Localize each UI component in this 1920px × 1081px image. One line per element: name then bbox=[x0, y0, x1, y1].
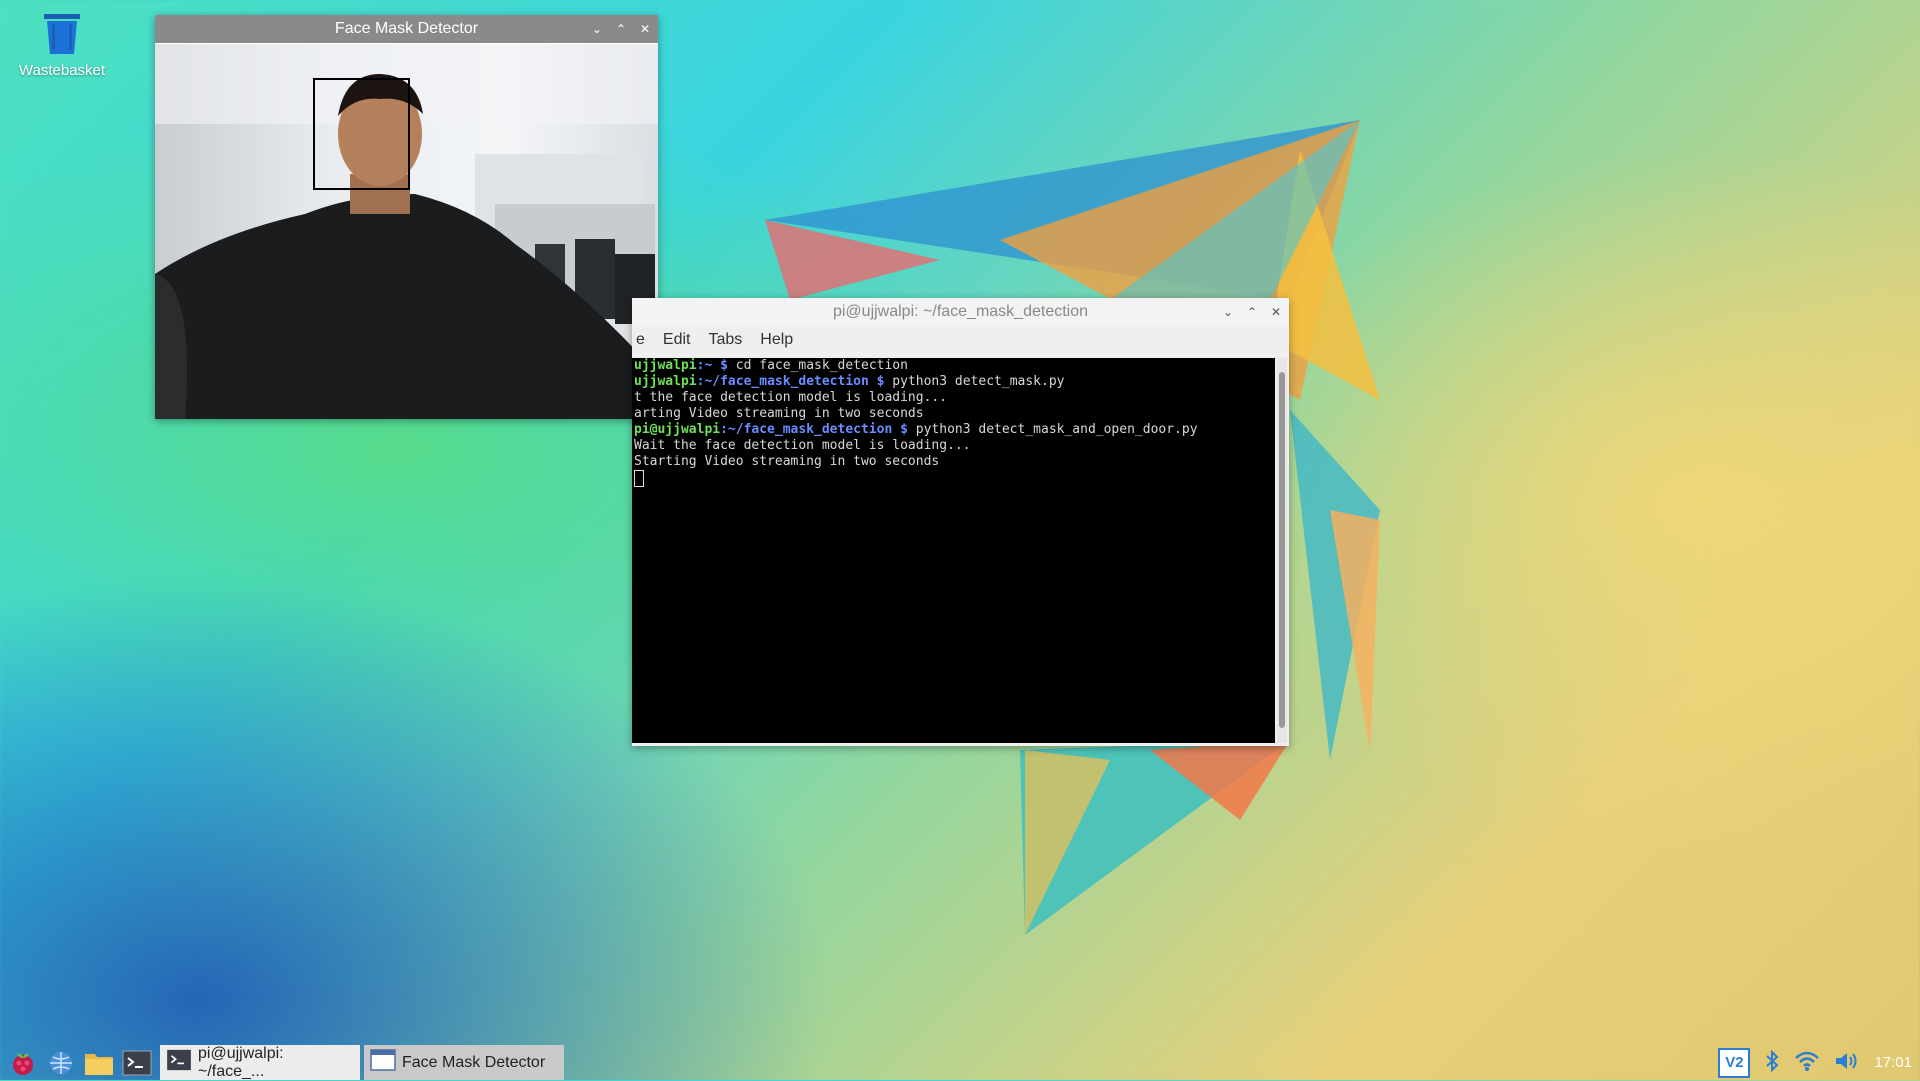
close-button[interactable]: ✕ bbox=[1269, 305, 1283, 319]
desktop-icon-wastebasket[interactable]: Wastebasket bbox=[12, 12, 112, 79]
raspberry-menu-icon[interactable] bbox=[8, 1048, 38, 1078]
terminal-output[interactable]: ujjwalpi:~ $ cd face_mask_detection ujjwa… bbox=[632, 358, 1275, 743]
trash-icon bbox=[40, 12, 84, 56]
camera-frame-image bbox=[155, 44, 658, 419]
menu-tabs[interactable]: Tabs bbox=[708, 331, 742, 349]
camera-feed bbox=[155, 44, 658, 419]
maximize-button[interactable]: ⌃ bbox=[1245, 305, 1259, 319]
terminal-line: arting Video streaming in two seconds bbox=[634, 406, 924, 421]
browser-icon[interactable] bbox=[46, 1048, 76, 1078]
menu-bar: e Edit Tabs Help bbox=[632, 326, 1289, 354]
menu-file[interactable]: e bbox=[636, 331, 645, 349]
terminal-cursor-line bbox=[634, 470, 1273, 487]
system-tray: V2 17:01 bbox=[1718, 1045, 1912, 1080]
wifi-icon[interactable] bbox=[1794, 1050, 1820, 1076]
window-title: pi@ujjwalpi: ~/face_mask_detection bbox=[832, 303, 1089, 320]
taskbar-item-label: Face Mask Detector bbox=[402, 1053, 546, 1071]
file-manager-icon[interactable] bbox=[84, 1048, 114, 1078]
clock[interactable]: 17:01 bbox=[1874, 1054, 1912, 1071]
terminal-line: Starting Video streaming in two seconds bbox=[634, 454, 940, 469]
terminal-icon bbox=[166, 1049, 192, 1076]
terminal-line: Wait the face detection model is loading… bbox=[634, 438, 971, 453]
minimize-button[interactable]: ⌄ bbox=[590, 22, 604, 36]
menu-edit[interactable]: Edit bbox=[663, 331, 691, 349]
desktop-icon-label: Wastebasket bbox=[18, 62, 106, 79]
terminal-line: ujjwalpi:~ $ cd face_mask_detection bbox=[634, 358, 908, 373]
taskbar-item-terminal[interactable]: pi@ujjwalpi: ~/face_... bbox=[160, 1045, 360, 1080]
vnc-icon[interactable]: V2 bbox=[1718, 1047, 1751, 1078]
bluetooth-icon[interactable] bbox=[1764, 1049, 1780, 1077]
window-icon bbox=[370, 1049, 396, 1076]
terminal-icon[interactable] bbox=[122, 1048, 152, 1078]
terminal-line: t the face detection model is loading... bbox=[634, 390, 948, 405]
scrollbar-thumb[interactable] bbox=[1279, 372, 1285, 728]
face-mask-detector-window[interactable]: Face Mask Detector ⌄ ⌃ ✕ bbox=[155, 15, 658, 419]
terminal-line: pi@ujjwalpi:~/face_mask_detection $ pyth… bbox=[634, 422, 1198, 437]
title-bar[interactable]: pi@ujjwalpi: ~/face_mask_detection ⌄ ⌃ ✕ bbox=[632, 298, 1289, 326]
minimize-button[interactable]: ⌄ bbox=[1221, 305, 1235, 319]
terminal-window[interactable]: pi@ujjwalpi: ~/face_mask_detection ⌄ ⌃ ✕… bbox=[632, 298, 1289, 746]
menu-help[interactable]: Help bbox=[760, 331, 793, 349]
taskbar: pi@ujjwalpi: ~/face_... Face Mask Detect… bbox=[0, 1045, 1920, 1080]
close-button[interactable]: ✕ bbox=[638, 22, 652, 36]
scrollbar[interactable] bbox=[1277, 358, 1287, 743]
text-cursor bbox=[634, 470, 644, 487]
terminal-line: ujjwalpi:~/face_mask_detection $ python3… bbox=[634, 374, 1065, 389]
window-title: Face Mask Detector bbox=[334, 20, 479, 37]
taskbar-item-label: pi@ujjwalpi: ~/face_... bbox=[198, 1044, 284, 1080]
taskbar-item-face-mask-detector[interactable]: Face Mask Detector bbox=[364, 1045, 564, 1080]
volume-icon[interactable] bbox=[1834, 1050, 1860, 1076]
maximize-button[interactable]: ⌃ bbox=[614, 22, 628, 36]
title-bar[interactable]: Face Mask Detector ⌄ ⌃ ✕ bbox=[155, 15, 658, 43]
